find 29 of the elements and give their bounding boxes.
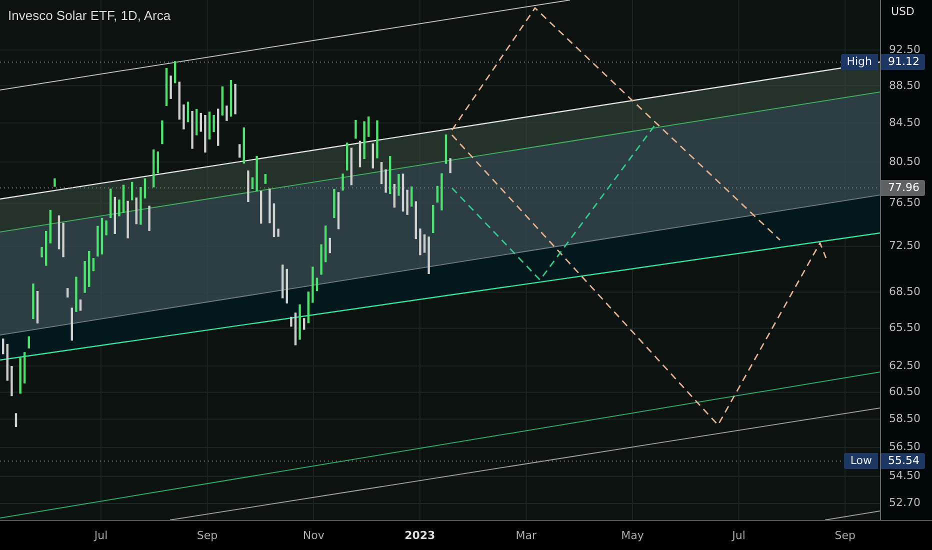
time-axis-label: May — [621, 529, 644, 542]
price-axis-label: 84.50 — [889, 114, 920, 131]
price-axis-label: 56.50 — [889, 439, 920, 456]
price-axis-label: 76.50 — [889, 195, 920, 212]
time-axis-label: Sep — [196, 529, 218, 542]
high-price-label: 91.12 — [881, 54, 924, 70]
time-axis-label: Sep — [834, 529, 856, 542]
time-axis-label: 2023 — [404, 529, 436, 542]
time-axis-label: Nov — [302, 529, 324, 542]
last-price-label: 77.96 — [881, 180, 924, 196]
time-axis-label: Jul — [732, 529, 746, 542]
time-axis-label: Jul — [94, 529, 108, 542]
chart-title: Invesco Solar ETF, 1D, Arca — [8, 8, 171, 23]
price-axis-label: 62.50 — [889, 358, 920, 374]
price-axis-label: 72.50 — [889, 238, 920, 254]
price-axis-label: 65.50 — [889, 320, 920, 336]
price-axis-label: 92.50 — [889, 42, 920, 56]
price-axis-label: 68.50 — [889, 284, 920, 300]
time-axis-label: Mar — [516, 529, 537, 542]
price-axis-label: 58.50 — [889, 411, 920, 428]
low-price-label: 55.54 — [881, 453, 924, 470]
high-tag: High — [840, 54, 878, 70]
low-tag: Low — [844, 453, 878, 470]
price-axis-label: 88.50 — [889, 78, 920, 94]
price-axis-label: 80.50 — [889, 154, 920, 170]
price-axis-label: 60.50 — [889, 384, 920, 400]
price-axis-label: 52.70 — [889, 495, 920, 512]
currency-label: USD — [891, 5, 915, 18]
price-axis-label: 54.50 — [889, 468, 920, 484]
